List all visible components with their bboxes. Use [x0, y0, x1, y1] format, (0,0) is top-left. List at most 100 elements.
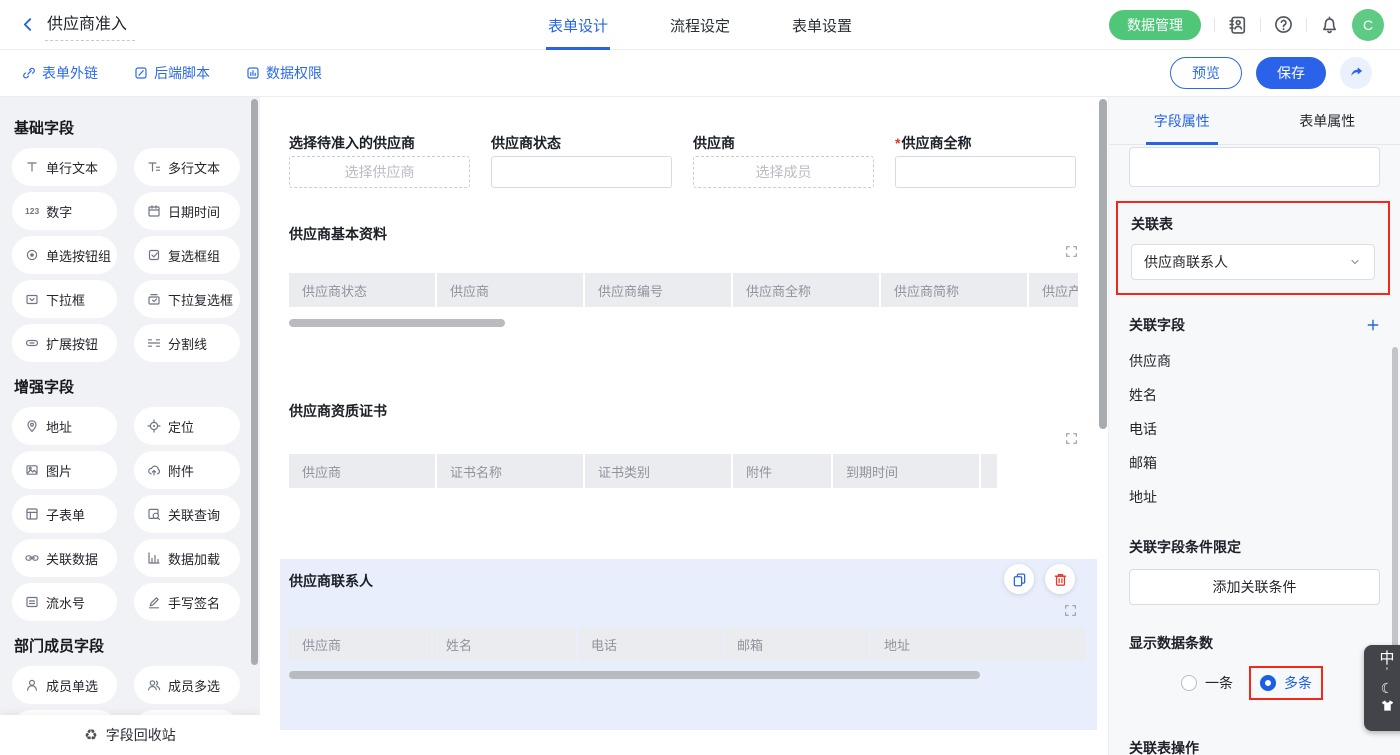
- add-assoc-condition-button[interactable]: 添加关联条件: [1129, 569, 1380, 605]
- supplier-full-name-field[interactable]: *供应商全称: [895, 133, 1076, 188]
- field-pill-single-line-text[interactable]: 单行文本: [12, 148, 117, 186]
- address-icon: [25, 419, 39, 433]
- horizontal-scrollbar[interactable]: [289, 319, 505, 327]
- required-marker: *: [895, 135, 900, 151]
- field-pill-data-load[interactable]: 数据加载: [134, 539, 240, 577]
- expand-icon[interactable]: [1064, 604, 1077, 617]
- delete-section-button[interactable]: [1045, 564, 1075, 594]
- subform-table-header: 供应商状态供应商供应商编号供应商全称供应商简称供应产: [289, 273, 1078, 307]
- field-pill-label: 成员单选: [46, 676, 98, 695]
- serial-icon: [25, 595, 39, 609]
- field-pill-image[interactable]: 图片: [12, 451, 117, 489]
- canvas-scrollbar[interactable]: [1099, 99, 1107, 429]
- assoc-table-select[interactable]: 供应商联系人: [1131, 244, 1375, 280]
- field-pill-member-multi[interactable]: 成员多选: [134, 666, 240, 704]
- field-pill-label: 图片: [46, 461, 72, 480]
- field-pill-datetime[interactable]: 日期时间: [134, 192, 240, 230]
- data-permission[interactable]: 数据权限: [246, 63, 322, 83]
- add-assoc-field-icon[interactable]: [1366, 318, 1380, 332]
- contact-book-icon[interactable]: [1228, 15, 1247, 34]
- back-icon[interactable]: [20, 17, 35, 32]
- field-pill-assoc-data[interactable]: 关联数据: [12, 539, 117, 577]
- display-count-radio[interactable]: 一条: [1181, 673, 1233, 693]
- assoc-field-item[interactable]: 供应商: [1129, 351, 1380, 371]
- assoc-fields-label: 关联字段: [1129, 315, 1185, 335]
- table-column-header: 供应商: [437, 273, 585, 307]
- field-pill-label: 下拉复选框: [168, 290, 233, 309]
- field-label: 供应商: [693, 133, 874, 153]
- avatar[interactable]: C: [1352, 9, 1384, 41]
- copy-section-button[interactable]: [1004, 564, 1034, 594]
- bell-icon[interactable]: [1320, 15, 1339, 34]
- backend-script[interactable]: 后端脚本: [134, 63, 210, 83]
- divider: [1214, 18, 1215, 32]
- select-pending-supplier-field[interactable]: 选择待准入的供应商选择供应商: [289, 133, 470, 188]
- horizontal-scrollbar[interactable]: [289, 671, 980, 679]
- assoc-field-item[interactable]: 邮箱: [1129, 453, 1380, 473]
- supplier-basic-info-section[interactable]: 供应商基本资料供应商状态供应商供应商编号供应商全称供应商简称供应产: [289, 224, 1078, 327]
- ime-skin-icon[interactable]: [1381, 699, 1394, 712]
- expand-icon[interactable]: [1065, 432, 1078, 445]
- ime-moon-icon[interactable]: ☾: [1381, 680, 1394, 696]
- share-icon: [1349, 64, 1364, 82]
- field-pill-assoc-lookup[interactable]: 关联查询: [134, 495, 240, 533]
- save-button[interactable]: 保存: [1256, 57, 1326, 89]
- panel-tabs: 字段属性表单属性: [1109, 97, 1400, 145]
- field-pill-extend-button[interactable]: 扩展按钮: [12, 324, 117, 362]
- assoc-field-item[interactable]: 姓名: [1129, 385, 1380, 405]
- assoc-field-item[interactable]: 电话: [1129, 419, 1380, 439]
- toolbar: 表单外链 后端脚本 数据权限 预览 保存: [0, 50, 1400, 97]
- field-recycle-bin[interactable]: ♻ 字段回收站: [0, 715, 260, 755]
- sidebar-scrollbar[interactable]: [251, 99, 258, 665]
- field-pill-multi-line-text[interactable]: 多行文本: [134, 148, 240, 186]
- share-button[interactable]: [1340, 57, 1372, 89]
- field-label: *供应商全称: [895, 133, 1076, 153]
- supplier-contacts-section[interactable]: 供应商联系人供应商姓名电话邮箱地址: [280, 559, 1097, 730]
- tab-form-settings[interactable]: 表单设置: [790, 0, 854, 50]
- number-icon: 123: [25, 206, 39, 216]
- supplier-certificates-section[interactable]: 供应商资质证书供应商证书名称证书类别附件到期时间: [289, 401, 1078, 488]
- expand-icon[interactable]: [1065, 245, 1078, 258]
- field-pill-location[interactable]: 定位: [134, 407, 240, 445]
- ime-apostrophe-icon[interactable]: ʼ: [1386, 668, 1389, 677]
- field-input[interactable]: [491, 156, 672, 188]
- field-pill-subform[interactable]: 子表单: [12, 495, 117, 533]
- display-count-radio[interactable]: 多条: [1260, 673, 1312, 693]
- form-title[interactable]: 供应商准入: [45, 8, 135, 41]
- extend-button-icon: [25, 336, 39, 350]
- field-input[interactable]: 选择成员: [693, 156, 874, 188]
- panel-tab-form-props[interactable]: 表单属性: [1255, 97, 1400, 144]
- radio-group-icon: [25, 248, 39, 262]
- tab-workflow-settings[interactable]: 流程设定: [668, 0, 732, 50]
- table-column-header: 供应商: [289, 454, 437, 488]
- preview-button[interactable]: 预览: [1170, 57, 1242, 89]
- display-count-label: 显示数据条数: [1129, 633, 1380, 653]
- field-pill-address[interactable]: 地址: [12, 407, 117, 445]
- radio-icon: [1260, 675, 1276, 691]
- supplier-status-field[interactable]: 供应商状态: [491, 133, 672, 188]
- member-single-icon: [25, 678, 39, 692]
- main-area: 基础字段单行文本多行文本123数字日期时间单选按钮组复选框组下拉框下拉复选框扩展…: [0, 97, 1400, 755]
- form-external-link[interactable]: 表单外链: [22, 63, 98, 83]
- field-pill-attachment[interactable]: 附件: [134, 451, 240, 489]
- field-pill-serial-number[interactable]: 流水号: [12, 583, 117, 621]
- field-pill-label: 定位: [168, 417, 194, 436]
- field-pill-dropdown[interactable]: 下拉框: [12, 280, 117, 318]
- field-pill-signature[interactable]: 手写签名: [134, 583, 240, 621]
- assoc-field-item[interactable]: 地址: [1129, 487, 1380, 507]
- field-pill-divider[interactable]: 分割线: [134, 324, 240, 362]
- field-input[interactable]: [895, 156, 1076, 188]
- help-icon[interactable]: [1274, 15, 1293, 34]
- field-pill-dropdown-multi[interactable]: 下拉复选框: [134, 280, 240, 318]
- panel-tab-field-props[interactable]: 字段属性: [1109, 97, 1255, 144]
- tab-form-design[interactable]: 表单设计: [546, 0, 610, 50]
- field-pill-number[interactable]: 123数字: [12, 192, 117, 230]
- panel-scrollbar[interactable]: [1392, 347, 1398, 649]
- field-pill-radio-group[interactable]: 单选按钮组: [12, 236, 117, 274]
- field-input[interactable]: 选择供应商: [289, 156, 470, 188]
- data-manage-button[interactable]: 数据管理: [1109, 10, 1201, 40]
- field-pill-member-single[interactable]: 成员单选: [12, 666, 117, 704]
- field-title-input[interactable]: [1129, 147, 1380, 187]
- field-pill-checkbox-group[interactable]: 复选框组: [134, 236, 240, 274]
- supplier-member-field[interactable]: 供应商选择成员: [693, 133, 874, 188]
